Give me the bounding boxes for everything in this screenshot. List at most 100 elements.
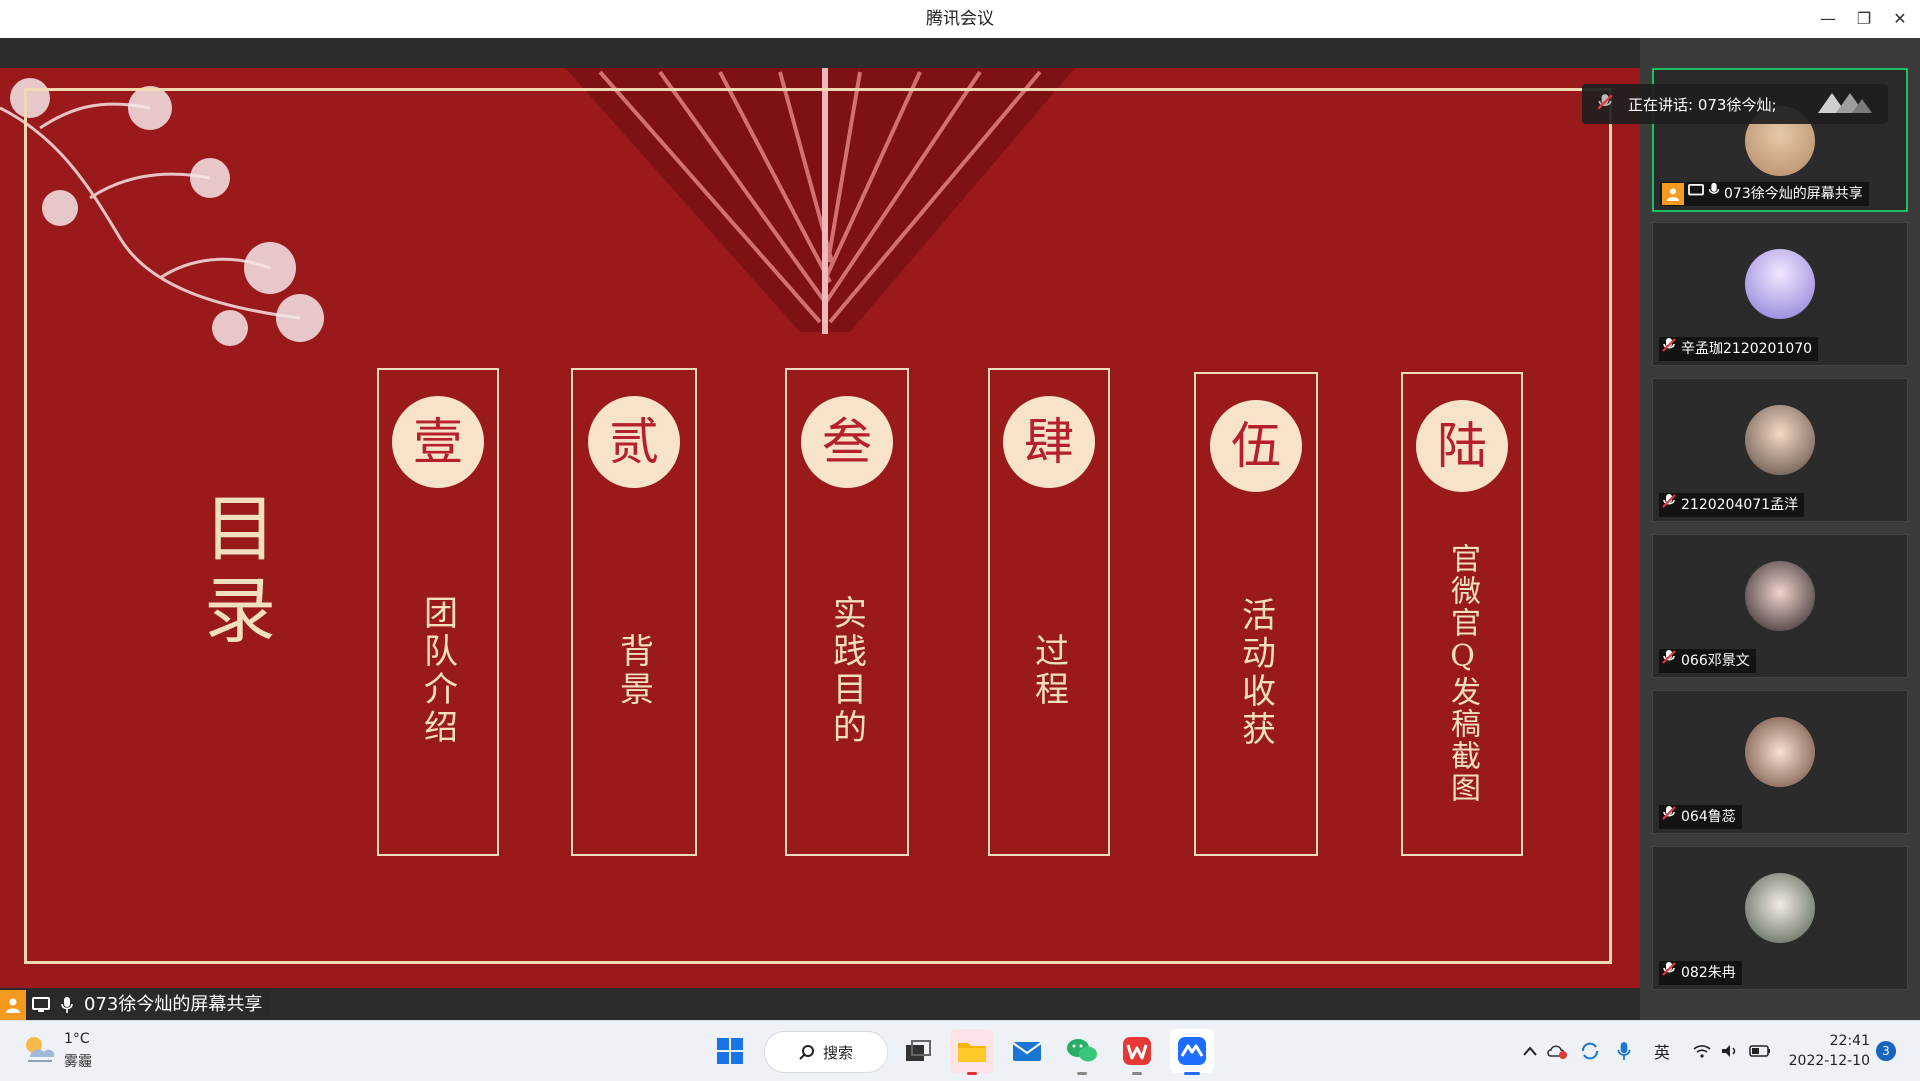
wps-button[interactable]: [1115, 1029, 1159, 1075]
speaking-indicator-icon: [1818, 91, 1872, 117]
search-icon: [799, 1045, 814, 1060]
wechat-button[interactable]: [1060, 1029, 1104, 1075]
participant-name: 064鲁蕊: [1681, 809, 1736, 825]
participant-name-tag: 2120204071孟洋: [1659, 493, 1805, 517]
screen-share-icon: [1688, 182, 1704, 206]
system-clock[interactable]: 22:41 2022-12-10: [1770, 1031, 1870, 1071]
participant-name: 辛孟珈2120201070: [1681, 341, 1813, 357]
user-icon: [1662, 183, 1684, 205]
participant-name-tag: 073徐今灿的屏幕共享: [1660, 182, 1869, 206]
input-method-indicator[interactable]: 英: [1650, 1039, 1674, 1063]
toc-label: 团队介绍: [417, 595, 458, 747]
avatar: [1745, 561, 1815, 631]
participant-name: 2120204071孟洋: [1681, 497, 1799, 513]
participant-name-tag: 082朱冉: [1659, 961, 1742, 985]
toc-label: 活动收获: [1235, 597, 1276, 749]
participant-tile[interactable]: 2120204071孟洋: [1652, 378, 1908, 522]
running-indicator: [1184, 1072, 1200, 1075]
toc-badge: 贰: [588, 396, 680, 488]
participant-name-tag: 064鲁蕊: [1659, 805, 1742, 829]
toc-badge: 壹: [392, 396, 484, 488]
toc-badge: 肆: [1003, 396, 1095, 488]
weather-condition: 雾霾: [64, 1054, 92, 1070]
taskbar-search[interactable]: 搜索: [764, 1031, 888, 1073]
avatar: [1745, 405, 1815, 475]
folder-icon: [958, 1043, 986, 1062]
toc-item-1: 壹 团队介绍: [377, 368, 499, 856]
speaking-banner: 正在讲话: 073徐今灿;: [1582, 84, 1888, 124]
speaking-text: 正在讲话: 073徐今灿;: [1628, 95, 1777, 114]
notification-badge[interactable]: 3: [1876, 1041, 1896, 1061]
participant-tile[interactable]: 064鲁蕊: [1652, 690, 1908, 834]
toc-label: 实践目的: [826, 595, 867, 747]
toc-item-2: 贰 背景: [571, 368, 697, 856]
participant-tile[interactable]: 082朱冉: [1652, 846, 1908, 990]
user-icon: [0, 990, 26, 1020]
close-button[interactable]: ✕: [1882, 0, 1918, 38]
toc-badge: 伍: [1210, 400, 1302, 492]
windows-logo-icon: [717, 1038, 743, 1064]
screen-share-caption: 073徐今灿的屏幕共享: [0, 990, 271, 1020]
participant-name-tag: 辛孟珈2120201070: [1659, 337, 1819, 361]
mic-muted-icon: [1661, 649, 1677, 673]
share-caption-text: 073徐今灿的屏幕共享: [84, 994, 263, 1015]
mic-muted-icon: [1661, 961, 1677, 985]
battery-icon[interactable]: [1748, 1039, 1772, 1063]
microphone-icon[interactable]: [1612, 1039, 1636, 1063]
taskbar: 1°C 雾霾 搜索 英 22:41 2022-12-10 3: [0, 1020, 1920, 1081]
wechat-icon: [1067, 1039, 1097, 1062]
wifi-icon[interactable]: [1690, 1039, 1714, 1063]
mail-icon: [1012, 1042, 1042, 1061]
title-bar: 腾讯会议 — ❐ ✕: [0, 0, 1920, 39]
weather-widget[interactable]: 1°C 雾霾: [22, 1029, 132, 1073]
running-indicator: [967, 1072, 977, 1075]
participant-name: 073徐今灿的屏幕共享: [1724, 186, 1863, 202]
toc-badge: 叁: [801, 396, 893, 488]
mic-muted-icon: [1661, 337, 1677, 361]
presentation-slide: 目录 壹 团队介绍 贰 背景 叁 实践目的 肆 过程 伍 活动收获 陆 官微官Q…: [0, 68, 1640, 988]
chevron-up-icon[interactable]: [1518, 1039, 1542, 1063]
microphone-icon: [56, 994, 78, 1016]
clock-date: 2022-12-10: [1788, 1053, 1870, 1069]
toc-title: 目录: [203, 487, 276, 653]
window-title: 腾讯会议: [926, 9, 994, 29]
toc-item-5: 伍 活动收获: [1194, 372, 1318, 856]
shared-screen-area: 目录 壹 团队介绍 贰 背景 叁 实践目的 肆 过程 伍 活动收获 陆 官微官Q…: [0, 38, 1640, 1020]
participant-name-tag: 066邓景文: [1659, 649, 1756, 673]
mic-muted-icon: [1661, 493, 1677, 517]
avatar: [1745, 249, 1815, 319]
microphone-icon: [1708, 182, 1720, 206]
sync-icon[interactable]: [1578, 1039, 1602, 1063]
tencent-meeting-icon: [1178, 1037, 1206, 1065]
mail-button[interactable]: [1005, 1029, 1049, 1073]
search-label: 搜索: [822, 1043, 853, 1062]
toc-item-4: 肆 过程: [988, 368, 1110, 856]
task-view-icon: [906, 1040, 931, 1061]
toc-badge: 陆: [1416, 400, 1508, 492]
cloud-error-icon[interactable]: [1546, 1039, 1570, 1063]
start-button[interactable]: [708, 1029, 752, 1073]
toc-item-6: 陆 官微官Q发稿截图: [1401, 372, 1523, 856]
mic-muted-icon: [1596, 93, 1614, 115]
running-indicator: [1132, 1072, 1142, 1075]
restore-button[interactable]: ❐: [1846, 0, 1882, 38]
task-view-button[interactable]: [896, 1029, 940, 1073]
tencent-meeting-button[interactable]: [1170, 1029, 1214, 1075]
participant-tile[interactable]: 辛孟珈2120201070: [1652, 222, 1908, 366]
volume-icon[interactable]: [1718, 1039, 1742, 1063]
clock-time: 22:41: [1829, 1033, 1870, 1049]
participant-name: 066邓景文: [1681, 653, 1750, 669]
toc-label: 背景: [613, 633, 654, 709]
weather-fog-icon: [26, 1037, 55, 1062]
wps-office-icon: [1123, 1037, 1151, 1065]
avatar: [1745, 873, 1815, 943]
weather-temp: 1°C: [64, 1031, 90, 1047]
participant-tile[interactable]: 066邓景文: [1652, 534, 1908, 678]
screen-share-icon: [30, 994, 52, 1016]
toc-label: 过程: [1028, 633, 1069, 709]
toc-item-3: 叁 实践目的: [785, 368, 909, 856]
avatar: [1745, 717, 1815, 787]
running-indicator: [1077, 1072, 1087, 1075]
minimize-button[interactable]: —: [1810, 0, 1846, 38]
file-explorer-button[interactable]: [950, 1029, 994, 1075]
